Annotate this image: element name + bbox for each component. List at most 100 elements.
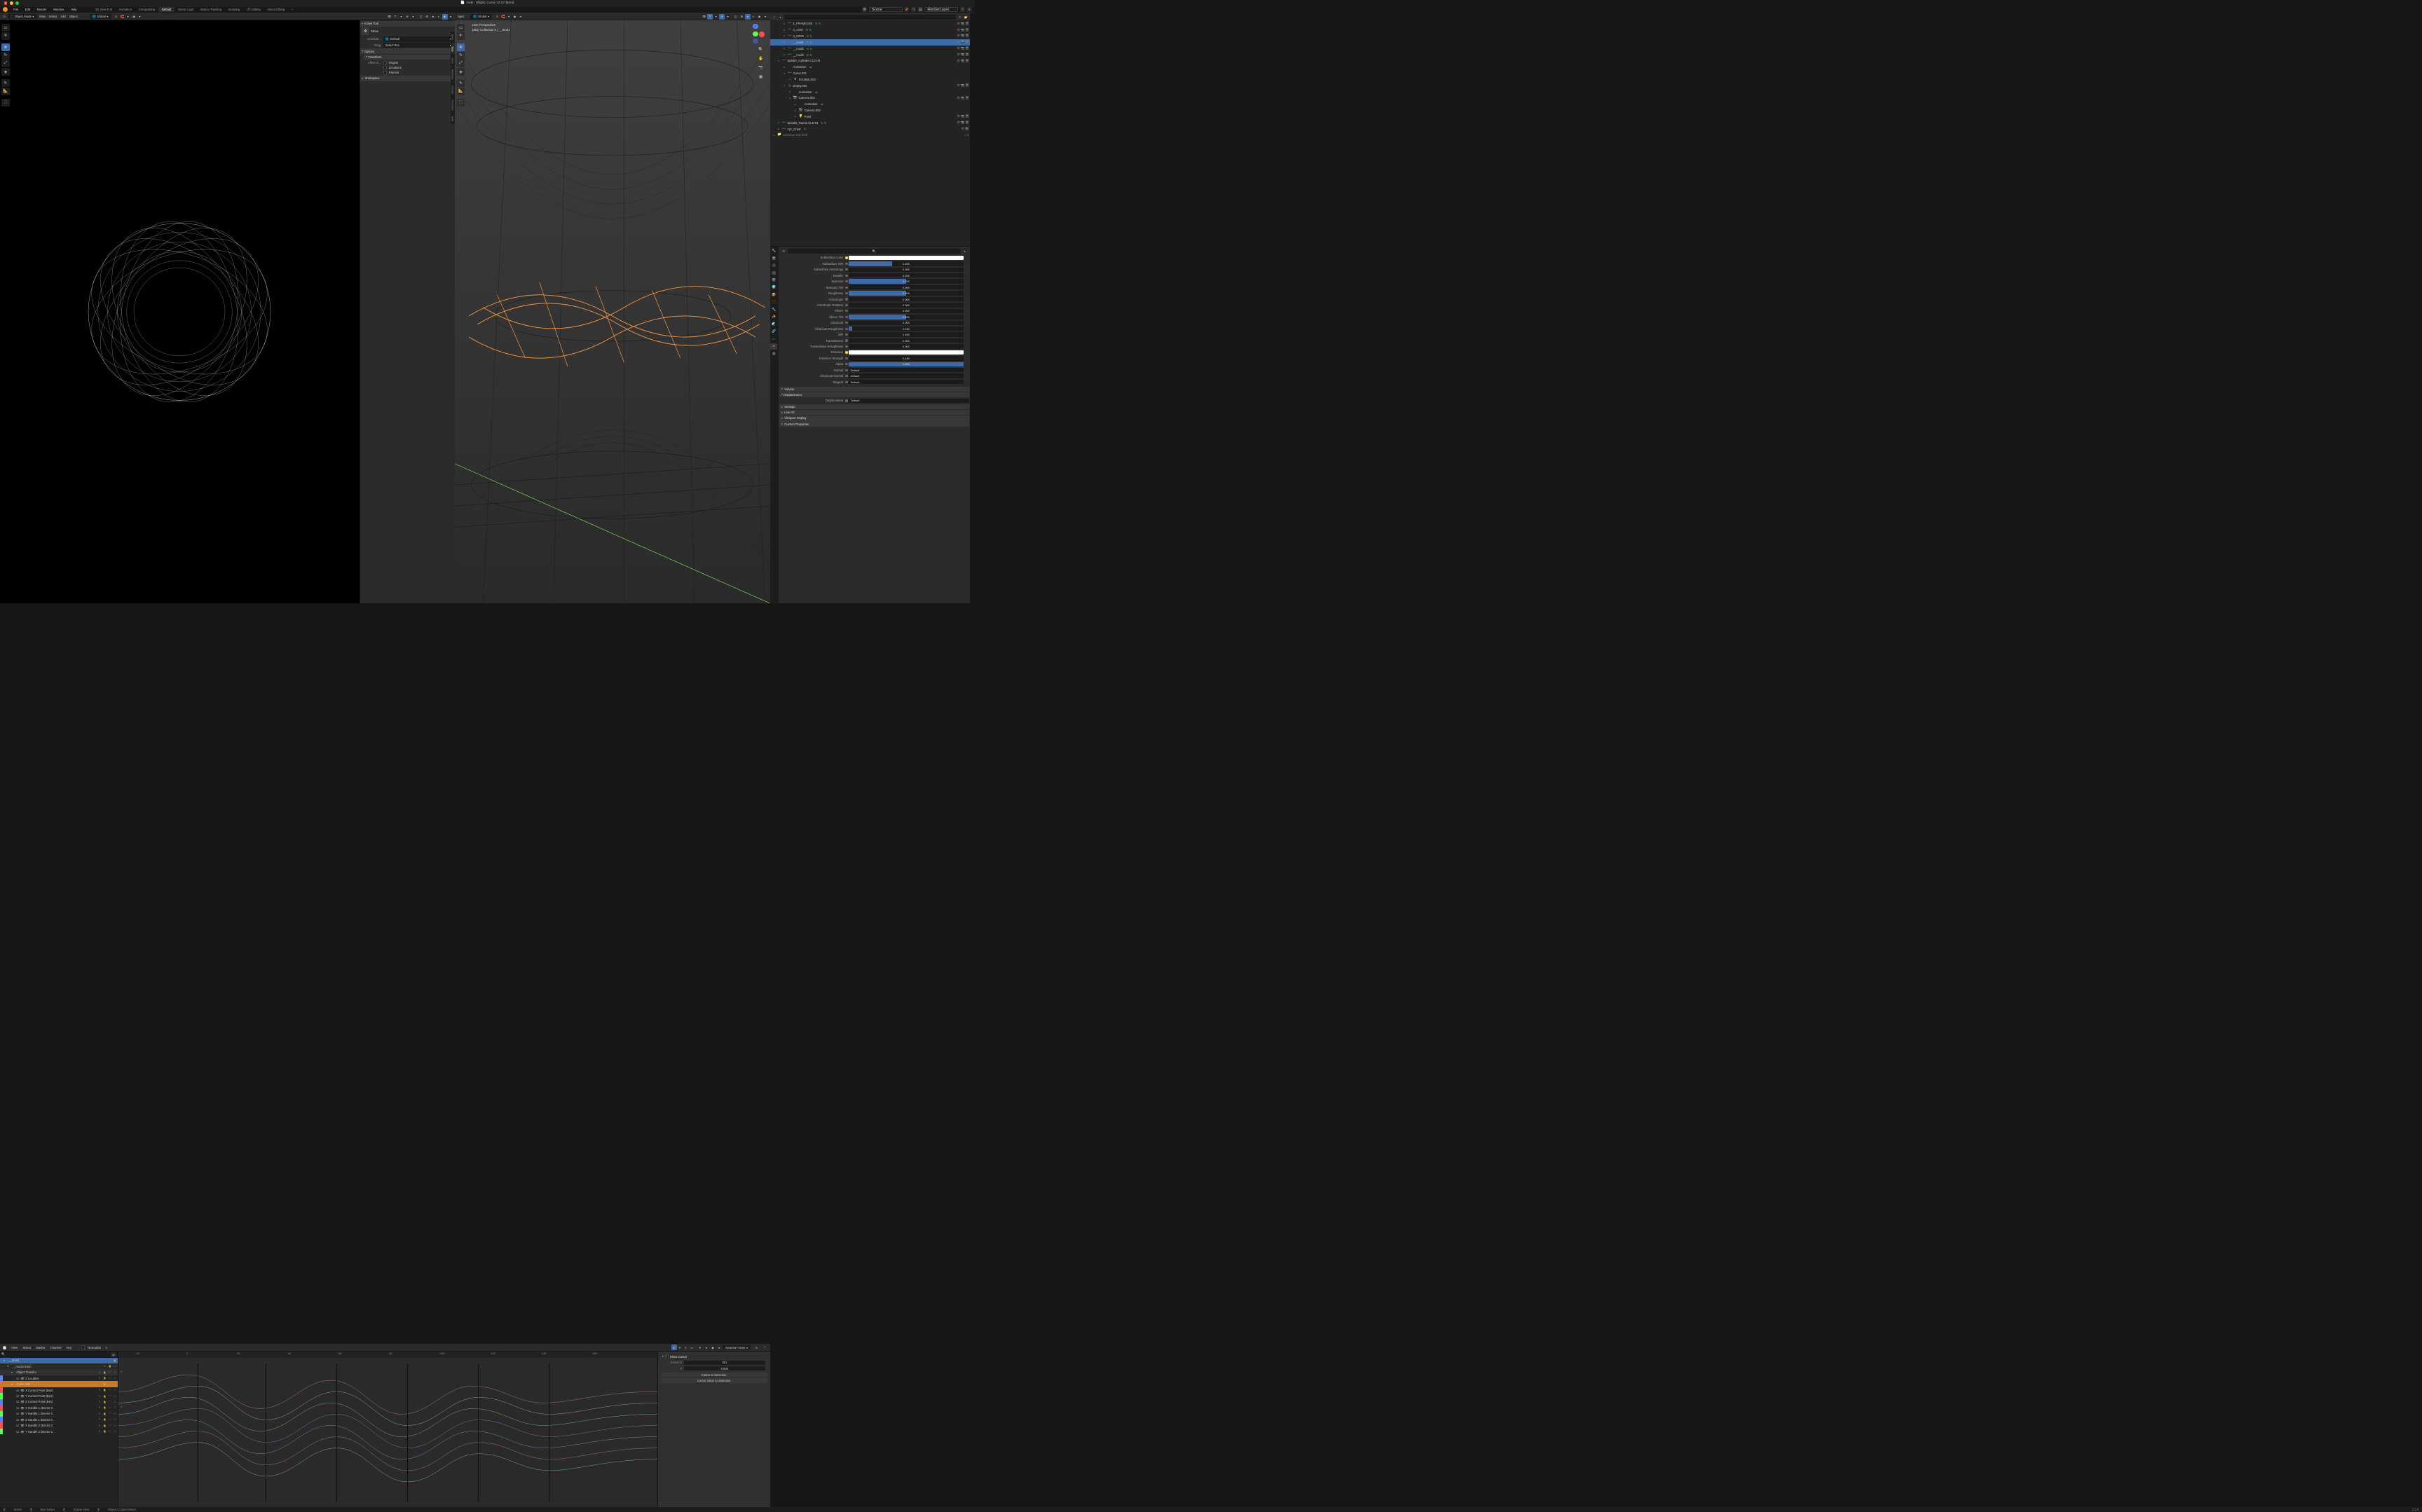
expand-icon[interactable]: ▾ bbox=[782, 84, 786, 87]
restrict-camera-icon[interactable]: 📷 bbox=[961, 46, 964, 50]
anim-dot-icon[interactable]: · bbox=[964, 362, 969, 366]
ptab-constraint-icon[interactable]: 🔗 bbox=[770, 329, 777, 336]
affect-parents-check[interactable] bbox=[383, 71, 388, 75]
shade-rendered-icon[interactable]: ◉ bbox=[442, 14, 448, 20]
affect-origins-check[interactable] bbox=[383, 61, 388, 65]
property-slider[interactable]: 0.000 bbox=[849, 285, 963, 289]
eye-icon[interactable]: 👁 bbox=[957, 28, 960, 32]
property-slider[interactable]: 0.000 bbox=[849, 344, 963, 348]
tool-cursor[interactable]: ✛ bbox=[1, 32, 9, 40]
property-slider[interactable]: 0.440 bbox=[849, 356, 963, 360]
expand-icon[interactable]: ▾ bbox=[11, 1371, 15, 1374]
outliner-row[interactable]: ▸〰️1_FRAME.006 ↻ ↻👁📷🖥 bbox=[770, 20, 971, 27]
transform-header[interactable]: Transform bbox=[364, 55, 455, 60]
mute-check[interactable]: ☐ bbox=[113, 1364, 117, 1368]
property-drop[interactable]: Default bbox=[849, 373, 963, 378]
modifier-icon[interactable]: 〰 bbox=[108, 1382, 112, 1386]
eye-icon[interactable]: 👁 bbox=[957, 83, 960, 88]
proportional-drop-icon[interactable]: ▾ bbox=[518, 14, 524, 20]
property-color[interactable] bbox=[849, 350, 963, 355]
restrict-render-icon[interactable]: 🖥 bbox=[965, 59, 969, 63]
anim-dot-icon[interactable]: · bbox=[964, 279, 969, 283]
ge-select-icon[interactable]: ▭ bbox=[689, 1345, 695, 1350]
pivot-icon[interactable]: ⊙ bbox=[753, 1345, 759, 1350]
ge-menu-key[interactable]: Key bbox=[65, 1346, 73, 1349]
expand-icon[interactable]: ▾ bbox=[782, 72, 786, 75]
restrict-camera-icon[interactable]: 📷 bbox=[961, 53, 964, 57]
chevron-down-icon[interactable]: ▾ bbox=[706, 1346, 707, 1349]
eye-icon[interactable]: 👁 bbox=[957, 121, 960, 125]
channel-row[interactable]: ▾__mod1✎🔒 bbox=[0, 1358, 118, 1363]
menu-edit[interactable]: Edit bbox=[22, 7, 33, 12]
filter-icon[interactable]: ⚲ bbox=[957, 15, 962, 20]
tool-scale[interactable]: ⤢ bbox=[457, 60, 465, 67]
eye-icon[interactable]: 👁 bbox=[20, 1406, 24, 1410]
mute-check[interactable]: ☐ bbox=[113, 1423, 117, 1427]
ptab-render-icon[interactable]: 🖥 bbox=[770, 255, 777, 262]
eye-icon[interactable]: 👁 bbox=[957, 34, 960, 38]
anim-dot-icon[interactable]: · bbox=[964, 327, 969, 331]
cursor-to-selection-button[interactable]: Cursor to Selection bbox=[661, 1373, 767, 1377]
channel-row[interactable]: ☑👁Z Control Point (Bez)✎🔒〰☐ bbox=[0, 1399, 118, 1405]
outliner-row[interactable]: ▸Animation⇄ bbox=[770, 89, 971, 95]
ptab-data-icon[interactable]: 〰 bbox=[770, 336, 777, 343]
ws-tab-active[interactable]: Default bbox=[158, 7, 175, 12]
tool-move[interactable]: ✥ bbox=[1, 43, 9, 51]
eye-icon[interactable]: 👁 bbox=[20, 1400, 24, 1403]
anim-dot-icon[interactable]: · bbox=[964, 321, 969, 325]
pencil-icon[interactable]: ✎ bbox=[97, 1376, 102, 1380]
restrict-camera-icon[interactable]: 📷 bbox=[965, 127, 969, 131]
eye-icon[interactable]: 👁 bbox=[20, 1430, 24, 1434]
ge-menu-channel[interactable]: Channel bbox=[49, 1346, 62, 1349]
scene-browse-icon[interactable]: 🎬 bbox=[862, 7, 867, 12]
expand-icon[interactable]: ▸ bbox=[782, 47, 786, 50]
ws-tab[interactable]: Video Editing bbox=[264, 7, 288, 12]
property-slider[interactable]: 0.000 bbox=[849, 309, 963, 313]
affect-locations-check[interactable] bbox=[383, 66, 388, 70]
cursor-value-to-selection-button[interactable]: Cursor Value to Selection bbox=[661, 1378, 767, 1383]
tool-transform[interactable]: ◈ bbox=[457, 68, 465, 76]
property-slider[interactable]: 0.000 bbox=[849, 303, 963, 307]
anim-dot-icon[interactable]: · bbox=[964, 332, 969, 336]
eye-icon[interactable]: 👁 bbox=[20, 1418, 24, 1422]
restrict-camera-icon[interactable]: 📷 bbox=[961, 59, 964, 63]
vp-menu-object[interactable]: Object bbox=[68, 15, 78, 18]
eye-icon[interactable]: 👁 bbox=[957, 22, 960, 26]
ptab-world-icon[interactable]: 🌍 bbox=[770, 284, 777, 291]
modifier-icon[interactable]: 〰 bbox=[108, 1370, 112, 1375]
outliner-tree[interactable]: ▸〰️1_FRAME.006 ↻ ↻👁📷🖥▸〰️3_AXIS ↻ ↻👁📷🖥▸〰️… bbox=[770, 20, 971, 246]
ge-menu-select[interactable]: Select bbox=[22, 1346, 32, 1349]
vp-menu-select[interactable]: Select bbox=[48, 15, 58, 18]
maximize-window-button[interactable] bbox=[15, 1, 19, 5]
shade-drop-icon[interactable]: ▾ bbox=[448, 14, 453, 20]
tool-measure[interactable]: 📐 bbox=[457, 88, 465, 95]
expand-icon[interactable]: ▸ bbox=[782, 53, 786, 56]
anim-dot-icon[interactable]: · bbox=[964, 285, 969, 289]
restrict-camera-icon[interactable]: 📷 bbox=[961, 40, 964, 44]
object-type-vis-icon[interactable]: 👁 bbox=[702, 14, 707, 20]
outliner-row[interactable]: ▸📁Cameras and Stuff☐▾ bbox=[770, 132, 971, 139]
eye-icon[interactable]: 👁 bbox=[957, 40, 960, 44]
property-slider[interactable]: 0.030 bbox=[849, 327, 963, 331]
ge-menu-view[interactable]: View bbox=[10, 1346, 18, 1349]
chevron-down-icon[interactable]: ▾ bbox=[968, 133, 969, 137]
restrict-camera-icon[interactable]: 📷 bbox=[961, 121, 964, 125]
xray-icon[interactable]: ◫ bbox=[733, 14, 739, 20]
anim-dot-icon[interactable]: · bbox=[964, 268, 969, 272]
drag-dropdown[interactable]: Select Box ▾ bbox=[383, 43, 453, 48]
mute-check[interactable]: ☐ bbox=[113, 1429, 117, 1434]
property-slider[interactable]: 0.500 bbox=[849, 315, 963, 319]
ws-tab[interactable]: Game Logic bbox=[175, 7, 197, 12]
modifier-icon[interactable]: 〰 bbox=[108, 1388, 112, 1392]
expand-icon[interactable]: ▸ bbox=[782, 34, 786, 37]
tool-rotate[interactable]: ↻ bbox=[457, 52, 465, 60]
ptab-physics-icon[interactable]: 🌊 bbox=[770, 321, 777, 328]
outliner-row[interactable]: ▸💡Point👁📷🖥 bbox=[770, 114, 971, 120]
expand-icon[interactable]: ▸ bbox=[782, 22, 786, 25]
n-tab-animate[interactable]: Animate bbox=[451, 67, 456, 83]
pan-icon[interactable]: ✋ bbox=[757, 55, 765, 62]
ptab-output-icon[interactable]: 🖨 bbox=[770, 263, 777, 270]
ptab-texture-icon[interactable]: ▦ bbox=[770, 350, 777, 357]
ge-cursor-icon[interactable]: ✛ bbox=[677, 1345, 683, 1350]
ptab-tool-icon[interactable]: 🔧 bbox=[770, 248, 777, 255]
